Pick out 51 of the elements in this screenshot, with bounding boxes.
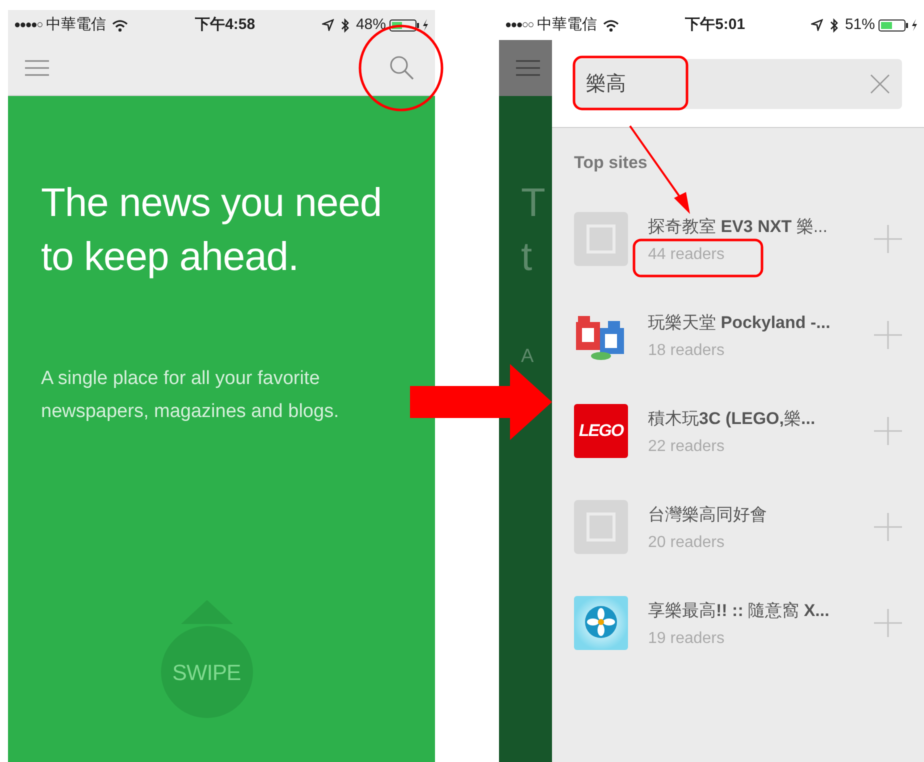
subtitle: A single place for all your favorite newspapers, magazines and blogs. [41, 367, 340, 424]
flower-icon [574, 596, 628, 650]
site-title: 積木玩3C (LEGO,樂... [648, 408, 816, 430]
charging-bolt-icon [910, 19, 918, 31]
location-arrow-icon [810, 19, 823, 31]
reader-count: 18 readers [648, 341, 724, 361]
logo-icon: LEGO [574, 404, 628, 458]
location-arrow-icon [322, 19, 334, 31]
site-title: 享樂最高!! :: 隨意窩 X... [648, 600, 830, 622]
add-icon[interactable] [874, 416, 902, 444]
bluetooth-icon [340, 18, 350, 32]
add-icon[interactable] [874, 608, 902, 636]
site-title: 台灣樂高同好會 [648, 504, 767, 526]
background-text: A [521, 345, 534, 369]
site-row[interactable]: LEGO 積木玩3C (LEGO,樂... 22 readers [552, 404, 924, 500]
site-row[interactable]: 台灣樂高同好會 20 readers [552, 500, 924, 596]
status-time: 下午5:01 [685, 14, 746, 35]
signal-dots: ●●●●○ [14, 18, 42, 33]
search-field[interactable]: 樂高 [574, 58, 902, 108]
carrier-name: 中華電信 [46, 14, 106, 35]
background-text: T [521, 180, 546, 227]
reader-count: 20 readers [648, 533, 724, 553]
menu-icon[interactable] [515, 59, 541, 77]
headline: The news you need to keep ahead. [41, 180, 383, 281]
site-title: 玩樂天堂 Pockyland -... [648, 312, 830, 334]
site-row[interactable]: 探奇教室 EV3 NXT 樂... 44 readers [552, 212, 924, 308]
battery-icon [388, 18, 421, 32]
reader-count: 19 readers [648, 629, 724, 649]
section-title: Top sites [574, 152, 648, 174]
menu-icon[interactable] [24, 58, 50, 76]
battery-percent: 48% [356, 14, 386, 35]
reader-count: 44 readers [648, 245, 724, 265]
carrier-name: 中華電信 [537, 14, 598, 35]
clear-icon[interactable] [870, 74, 890, 94]
battery-percent: 51% [844, 14, 875, 35]
signal-dots: ●●●○○ [505, 18, 534, 33]
search-icon[interactable] [389, 54, 415, 80]
site-row[interactable]: 玩樂天堂 Pockyland -... 18 readers [552, 308, 924, 404]
battery-icon [878, 18, 910, 32]
add-icon[interactable] [874, 512, 902, 540]
bluetooth-icon [828, 18, 839, 32]
wifi-icon [603, 18, 620, 32]
charging-bolt-icon [422, 19, 429, 31]
wifi-icon [112, 18, 128, 32]
site-title: 探奇教室 EV3 NXT 樂... [648, 216, 828, 238]
site-row[interactable]: 享樂最高!! :: 隨意窩 X... 19 readers [552, 596, 924, 692]
reader-count: 22 readers [648, 437, 724, 457]
background-text: t [521, 234, 532, 281]
add-icon[interactable] [874, 320, 902, 348]
add-icon[interactable] [874, 224, 902, 252]
status-time: 下午4:58 [195, 14, 256, 35]
